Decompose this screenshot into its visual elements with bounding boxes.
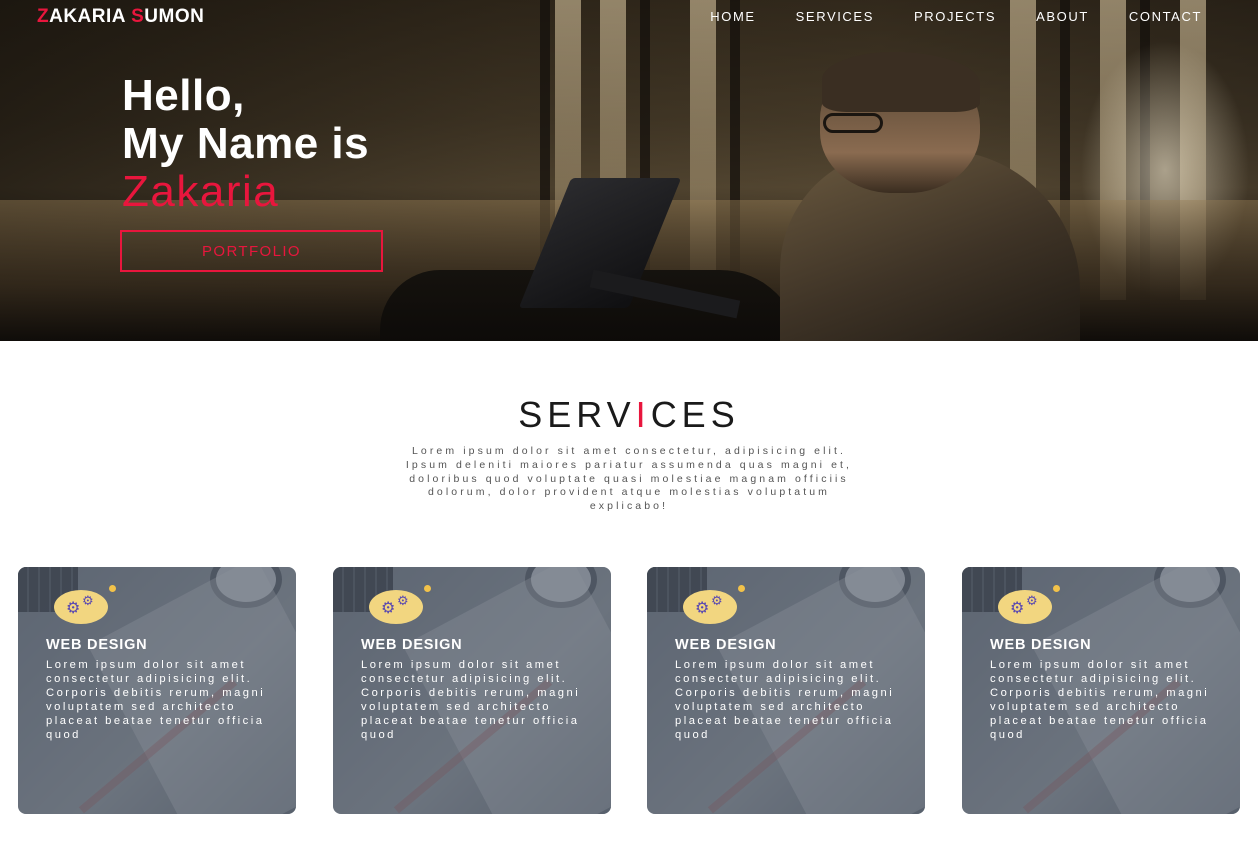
hero-name: Zakaria <box>122 167 280 216</box>
brand-first-name: AKARIA <box>49 6 132 27</box>
brand-logo[interactable]: ZAKARIA SUMON <box>37 6 204 28</box>
person-hair <box>822 52 980 112</box>
main-nav: HOME SERVICES PROJECTS ABOUT CONTACT <box>670 9 1202 24</box>
card-title: WEB DESIGN <box>675 637 777 653</box>
card-title: WEB DESIGN <box>990 637 1092 653</box>
service-card[interactable]: ⚙ ⚙ WEB DESIGN Lorem ipsum dolor sit ame… <box>333 567 611 814</box>
hero-greeting: Hello, <box>122 71 245 120</box>
brand-last-name: UMON <box>144 6 205 27</box>
hero-intro: My Name is <box>122 119 370 168</box>
brand-initial-first: Z <box>37 6 50 27</box>
gears-icon: ⚙ ⚙ <box>54 585 130 624</box>
nav-projects[interactable]: PROJECTS <box>914 9 996 24</box>
nav-services[interactable]: SERVICES <box>796 9 874 24</box>
portfolio-button[interactable]: PORTFOLIO <box>120 230 383 272</box>
services-title-end: CES <box>650 394 740 435</box>
services-title-start: SERV <box>518 394 636 435</box>
nav-about[interactable]: ABOUT <box>1036 9 1089 24</box>
brand-initial-last: S <box>131 6 145 27</box>
card-text: Lorem ipsum dolor sit amet consectetur a… <box>46 659 266 741</box>
services-title-accent: I <box>635 394 651 435</box>
card-text: Lorem ipsum dolor sit amet consectetur a… <box>675 659 895 741</box>
card-title: WEB DESIGN <box>361 637 463 653</box>
gears-icon: ⚙ ⚙ <box>998 585 1074 624</box>
hero-title: Hello, My Name is <box>122 72 369 168</box>
service-card[interactable]: ⚙ ⚙ WEB DESIGN Lorem ipsum dolor sit ame… <box>647 567 925 814</box>
nav-home[interactable]: HOME <box>710 9 755 24</box>
services-description: Lorem ipsum dolor sit amet consectetur, … <box>405 445 853 513</box>
gears-icon: ⚙ ⚙ <box>369 585 445 624</box>
service-card[interactable]: ⚙ ⚙ WEB DESIGN Lorem ipsum dolor sit ame… <box>18 567 296 814</box>
person-glasses <box>823 113 883 133</box>
services-title: SERVICES <box>0 394 1258 436</box>
card-text: Lorem ipsum dolor sit amet consectetur a… <box>990 659 1210 741</box>
card-title: WEB DESIGN <box>46 637 148 653</box>
card-text: Lorem ipsum dolor sit amet consectetur a… <box>361 659 581 741</box>
gears-icon: ⚙ ⚙ <box>683 585 759 624</box>
nav-contact[interactable]: CONTACT <box>1129 9 1202 24</box>
hero-section: ZAKARIA SUMON HOME SERVICES PROJECTS ABO… <box>0 0 1258 341</box>
service-card[interactable]: ⚙ ⚙ WEB DESIGN Lorem ipsum dolor sit ame… <box>962 567 1240 814</box>
